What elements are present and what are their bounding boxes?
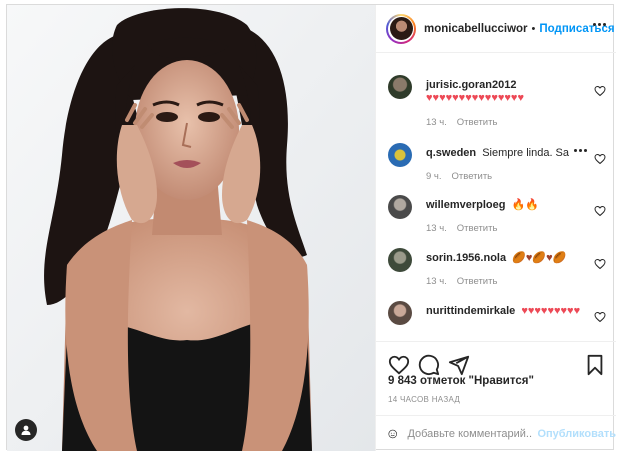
comment-like-heart-icon[interactable] bbox=[594, 258, 606, 270]
author-username[interactable]: monicabellucciwor bbox=[424, 23, 528, 35]
comment-like-heart-icon[interactable] bbox=[594, 85, 606, 97]
publish-button[interactable]: Опубликовать bbox=[537, 428, 616, 440]
comment-item: sorin.1956.nola 🏉♥🏉♥🏉 13 ч. Ответить bbox=[388, 248, 610, 288]
more-icon[interactable] bbox=[593, 23, 606, 26]
header-separator: • bbox=[531, 22, 536, 35]
comment-username[interactable]: sorin.1956.nola bbox=[426, 252, 506, 264]
comment-input[interactable] bbox=[407, 427, 534, 440]
comment-text: q.sweden Siempre linda. Sa bbox=[426, 147, 576, 160]
comment-avatar[interactable] bbox=[388, 75, 412, 99]
comment-text: jurisic.goran2012 ♥♥♥♥♥♥♥♥♥♥♥♥♥♥♥ bbox=[426, 79, 598, 105]
post-card: monicabellucciwor • Подписаться jurisic.… bbox=[6, 4, 616, 451]
bookmark-icon[interactable] bbox=[584, 354, 606, 376]
comment-avatar[interactable] bbox=[388, 248, 412, 272]
add-comment-bar: Опубликовать bbox=[376, 415, 616, 451]
comment-avatar[interactable] bbox=[388, 301, 412, 325]
comments-list: jurisic.goran2012 ♥♥♥♥♥♥♥♥♥♥♥♥♥♥♥ 13 ч. … bbox=[376, 53, 616, 341]
comment-like-heart-icon[interactable] bbox=[594, 205, 606, 217]
comment-username[interactable]: nurittindemirkale bbox=[426, 305, 515, 317]
reply-button[interactable]: Ответить bbox=[452, 171, 493, 182]
comment-item: nurittindemirkale ♥♥♥♥♥♥♥♥♥ bbox=[388, 301, 610, 341]
comment-text: nurittindemirkale ♥♥♥♥♥♥♥♥♥ bbox=[426, 305, 598, 318]
avatar[interactable] bbox=[386, 13, 416, 44]
comment-like-heart-icon[interactable] bbox=[594, 311, 606, 323]
comment-meta: 13 ч. Ответить bbox=[426, 276, 497, 287]
comment-avatar[interactable] bbox=[388, 143, 412, 167]
comment-emoji-text: 🔥🔥 bbox=[511, 199, 539, 211]
reply-button[interactable]: Ответить bbox=[457, 276, 498, 287]
comment-avatar[interactable] bbox=[388, 195, 412, 219]
likes-count[interactable]: 9 843 отметок "Нравится" bbox=[388, 375, 534, 387]
comment-emoji-text: 🏉♥🏉♥🏉 bbox=[512, 252, 567, 264]
comment-time: 13 ч. bbox=[426, 276, 447, 287]
comment-icon[interactable] bbox=[418, 354, 440, 376]
user-tag-icon[interactable] bbox=[15, 419, 37, 441]
comment-like-heart-icon[interactable] bbox=[594, 153, 606, 165]
portrait-photo bbox=[7, 5, 375, 451]
comment-content: Siempre linda. Sa bbox=[482, 147, 570, 159]
comment-meta: 9 ч. Ответить bbox=[426, 171, 492, 182]
post-header: monicabellucciwor • Подписаться bbox=[376, 5, 616, 53]
comment-item: jurisic.goran2012 ♥♥♥♥♥♥♥♥♥♥♥♥♥♥♥ 13 ч. … bbox=[388, 75, 610, 135]
comment-username[interactable]: willemverploeg bbox=[426, 199, 505, 211]
comment-time: 13 ч. bbox=[426, 223, 447, 234]
comment-time: 9 ч. bbox=[426, 171, 442, 182]
comment-text: sorin.1956.nola 🏉♥🏉♥🏉 bbox=[426, 252, 598, 265]
post-photo[interactable] bbox=[7, 5, 375, 451]
comment-item: willemverploeg 🔥🔥 13 ч. Ответить bbox=[388, 195, 610, 235]
comment-item: q.sweden Siempre linda. Sa 9 ч. Ответить bbox=[388, 143, 610, 183]
reply-button[interactable]: Ответить bbox=[457, 117, 498, 128]
comment-username[interactable]: jurisic.goran2012 bbox=[426, 79, 517, 91]
reply-button[interactable]: Ответить bbox=[457, 223, 498, 234]
comment-emoji-text: ♥♥♥♥♥♥♥♥♥♥♥♥♥♥♥ bbox=[426, 92, 524, 104]
comment-username[interactable]: q.sweden bbox=[426, 147, 476, 159]
comment-meta: 13 ч. Ответить bbox=[426, 117, 497, 128]
comment-time: 13 ч. bbox=[426, 117, 447, 128]
comment-text: willemverploeg 🔥🔥 bbox=[426, 199, 598, 212]
share-icon[interactable] bbox=[448, 354, 470, 376]
comment-meta: 13 ч. Ответить bbox=[426, 223, 497, 234]
comment-emoji-text: ♥♥♥♥♥♥♥♥♥ bbox=[521, 305, 581, 317]
emoji-icon[interactable] bbox=[388, 424, 397, 444]
post-side-panel: monicabellucciwor • Подписаться jurisic.… bbox=[375, 5, 616, 451]
more-icon[interactable] bbox=[574, 149, 587, 152]
heart-icon[interactable] bbox=[388, 354, 410, 376]
post-timestamp: 14 ЧАСОВ НАЗАД bbox=[388, 395, 461, 404]
